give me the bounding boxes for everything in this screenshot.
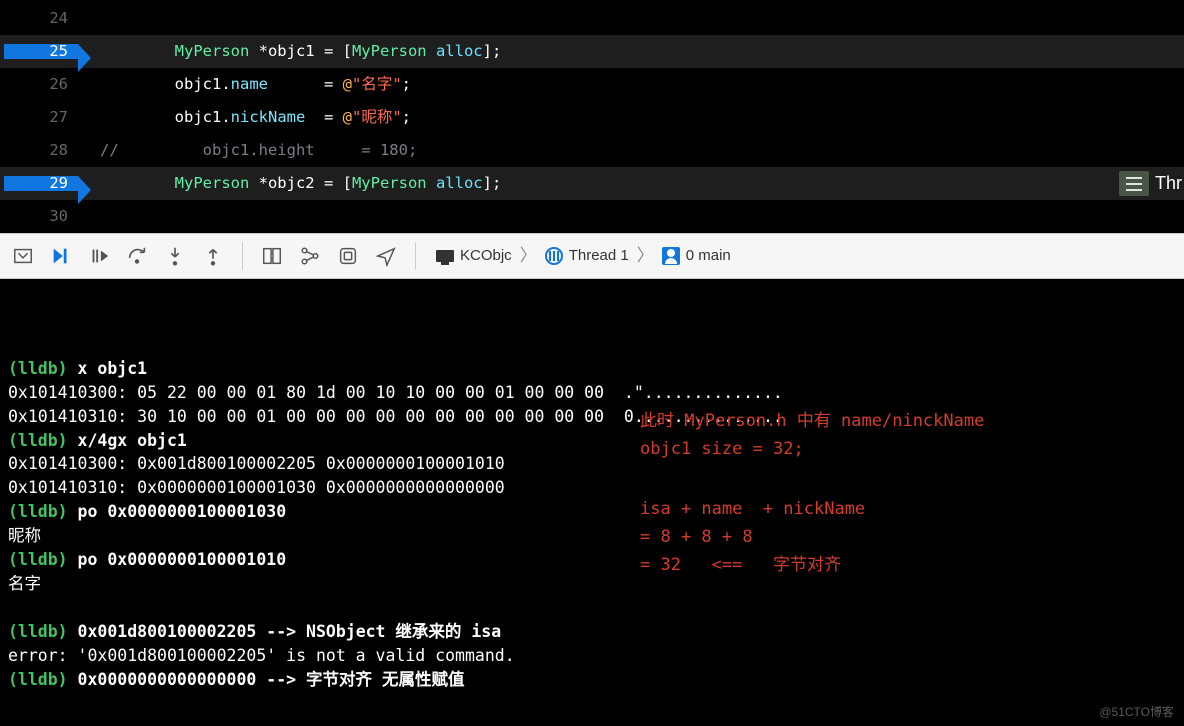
continue-icon[interactable] — [48, 243, 74, 269]
lldb-command: x objc1 — [78, 359, 148, 378]
lldb-command: po 0x0000000100001010 — [78, 550, 287, 569]
debug-breadcrumb[interactable]: KCObjc 〉 Thread 1 〉 0 main — [436, 245, 731, 266]
line-number[interactable]: 30 — [0, 207, 78, 226]
code-content[interactable]: MyPerson *objc1 = [MyPerson alloc]; — [78, 42, 501, 61]
toolbar-separator — [242, 242, 243, 270]
line-number[interactable]: 24 — [0, 9, 78, 28]
pause-continue-icon[interactable] — [86, 243, 112, 269]
chevron-right-icon: 〉 — [518, 245, 539, 266]
line-number[interactable]: 26 — [0, 75, 78, 94]
editor-line[interactable]: 24 — [0, 2, 1184, 35]
monitor-icon — [436, 250, 454, 262]
watermark: @51CTO博客 — [1099, 705, 1174, 720]
lldb-prompt: (lldb) — [8, 550, 78, 569]
lldb-command-line[interactable]: (lldb) 0x0000000000000000 --> 字节对齐 无属性赋值 — [8, 668, 1176, 692]
lldb-prompt: (lldb) — [8, 431, 78, 450]
thread-icon — [545, 247, 563, 265]
lldb-prompt: (lldb) — [8, 502, 78, 521]
toggle-panel-icon[interactable] — [10, 243, 36, 269]
debug-view-icon[interactable] — [259, 243, 285, 269]
lldb-prompt: (lldb) — [8, 359, 78, 378]
breadcrumb-frame-label: 0 main — [686, 247, 731, 266]
editor-line[interactable]: 28// objc1.height = 180; — [0, 134, 1184, 167]
lldb-output: 0x101410300: 0x001d800100002205 0x000000… — [8, 452, 1176, 500]
code-content[interactable]: objc1.nickName = @"昵称"; — [78, 108, 411, 127]
location-icon[interactable] — [373, 243, 399, 269]
editor-line[interactable]: 29 MyPerson *objc2 = [MyPerson alloc]; Th… — [0, 167, 1184, 200]
lldb-command: po 0x0000000100001030 — [78, 502, 287, 521]
editor-line[interactable]: 30 — [0, 200, 1184, 233]
toolbar-separator — [415, 242, 416, 270]
line-number[interactable]: 29 — [0, 174, 78, 193]
lldb-output: 0x101410300: 05 22 00 00 01 80 1d 00 10 … — [8, 381, 1176, 429]
lldb-prompt: (lldb) — [8, 622, 78, 641]
step-into-icon[interactable] — [162, 243, 188, 269]
code-content[interactable]: // objc1.height = 180; — [78, 141, 417, 160]
lldb-command-line[interactable]: (lldb) x/4gx objc1 — [8, 429, 1176, 453]
code-editor[interactable]: 24 25 MyPerson *objc1 = [MyPerson alloc];… — [0, 0, 1184, 233]
code-content[interactable]: MyPerson *objc2 = [MyPerson alloc]; — [78, 174, 501, 193]
breadcrumb-thread-label: Thread 1 — [569, 247, 629, 266]
user-icon — [662, 247, 680, 265]
breadcrumb-target-label: KCObjc — [460, 247, 512, 266]
thread-badge-label: Thr — [1155, 172, 1184, 195]
lldb-command: 0x0000000000000000 --> 字节对齐 无属性赋值 — [78, 670, 465, 689]
breadcrumb-thread[interactable]: Thread 1 — [545, 247, 629, 266]
editor-line[interactable]: 25 MyPerson *objc1 = [MyPerson alloc]; — [0, 35, 1184, 68]
lldb-command-line[interactable]: (lldb) 0x001d800100002205 --> NSObject 继… — [8, 620, 1176, 644]
lldb-output: error: '0x001d800100002205' is not a val… — [8, 644, 1176, 668]
lldb-command: x/4gx objc1 — [78, 431, 187, 450]
step-out-icon[interactable] — [200, 243, 226, 269]
editor-line[interactable]: 26 objc1.name = @"名字"; — [0, 68, 1184, 101]
thread-badge[interactable]: Thr — [1119, 167, 1184, 200]
annotation-top: 此时 MyPerson.h 中有 name/ninckName objc1 si… — [640, 407, 984, 463]
step-over-icon[interactable] — [124, 243, 150, 269]
lldb-command: 0x001d800100002205 --> NSObject 继承来的 isa — [78, 622, 502, 641]
lldb-command-line[interactable]: (lldb) po 0x0000000100001010 — [8, 548, 1176, 572]
line-number[interactable]: 25 — [0, 42, 78, 61]
code-content[interactable]: objc1.name = @"名字"; — [78, 75, 411, 94]
breadcrumb-frame[interactable]: 0 main — [662, 247, 731, 266]
chevron-right-icon: 〉 — [635, 245, 656, 266]
lldb-command-line[interactable]: (lldb) po 0x0000000100001030 — [8, 500, 1176, 524]
line-number[interactable]: 27 — [0, 108, 78, 127]
lldb-console[interactable]: (lldb) x objc10x101410300: 05 22 00 00 0… — [0, 279, 1184, 698]
lldb-output: 名字 — [8, 572, 1176, 620]
hamburger-icon[interactable] — [1119, 171, 1149, 196]
editor-line[interactable]: 27 objc1.nickName = @"昵称"; — [0, 101, 1184, 134]
line-number[interactable]: 28 — [0, 141, 78, 160]
memory-graph-icon[interactable] — [297, 243, 323, 269]
lldb-prompt: (lldb) — [8, 670, 78, 689]
annotation-bottom: isa + name + nickName = 8 + 8 + 8 = 32 <… — [640, 495, 865, 579]
lldb-command-line[interactable]: (lldb) x objc1 — [8, 357, 1176, 381]
breadcrumb-target[interactable]: KCObjc — [436, 247, 512, 266]
debug-toolbar: KCObjc 〉 Thread 1 〉 0 main — [0, 233, 1184, 279]
env-overrides-icon[interactable] — [335, 243, 361, 269]
lldb-output: 昵称 — [8, 524, 1176, 548]
